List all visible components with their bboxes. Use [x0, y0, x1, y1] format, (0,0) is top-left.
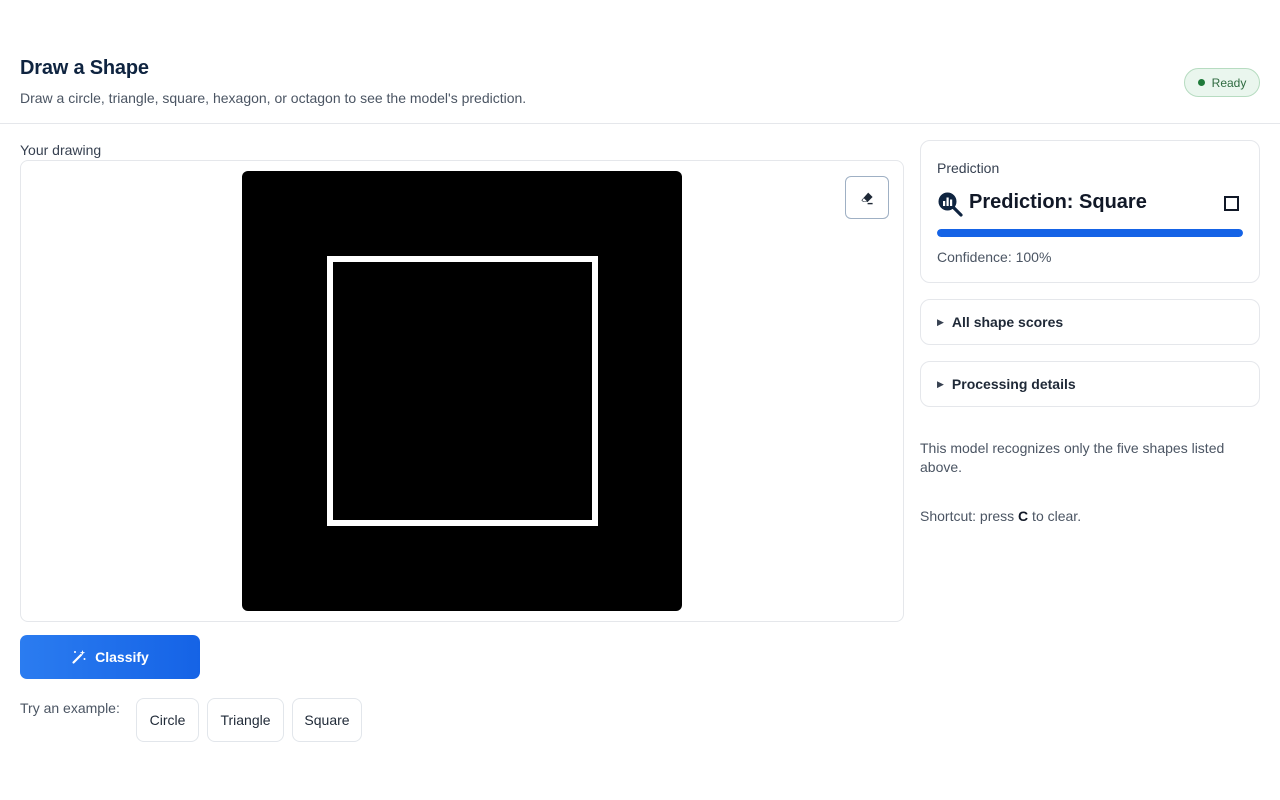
caret-right-icon: ▶ — [937, 316, 944, 327]
page-subtitle: Draw a circle, triangle, square, hexagon… — [20, 90, 527, 106]
classify-button[interactable]: Classify — [20, 635, 200, 679]
processing-details-toggle[interactable]: ▶ Processing details — [920, 361, 1260, 407]
canvas-card — [20, 160, 904, 622]
confidence-bar-fill — [937, 229, 1243, 237]
example-triangle-button[interactable]: Triangle — [207, 698, 284, 742]
shortcut-key: C — [1018, 508, 1029, 524]
all-shape-scores-label: All shape scores — [951, 314, 1064, 330]
status-text: Ready — [1211, 75, 1247, 90]
all-shape-scores-toggle[interactable]: ▶ All shape scores — [920, 299, 1260, 345]
classify-label: Classify — [95, 649, 149, 665]
prediction-card-label: Prediction — [937, 160, 1000, 176]
example-circle-button[interactable]: Circle — [136, 698, 199, 742]
confidence-bar — [937, 229, 1243, 237]
processing-details-label: Processing details — [951, 376, 1076, 392]
caret-right-icon: ▶ — [937, 378, 944, 389]
drawing-label: Your drawing — [20, 142, 102, 158]
clear-button[interactable] — [845, 176, 889, 219]
drawn-square-stroke — [327, 256, 598, 526]
shortcut-suffix: to clear. — [1028, 508, 1082, 524]
magic-wand-icon — [72, 650, 86, 664]
status-dot-icon — [1197, 79, 1205, 86]
search-chart-icon — [938, 192, 963, 217]
square-icon — [1224, 196, 1239, 211]
model-note: This model recognizes only the five shap… — [920, 440, 1225, 475]
status-badge: Ready — [1184, 68, 1260, 97]
shortcut-hint: Shortcut: press C to clear. — [920, 508, 1081, 524]
drawing-canvas[interactable] — [242, 171, 682, 611]
shortcut-prefix: Shortcut: press — [920, 508, 1019, 524]
confidence-text: Confidence: 100% — [937, 249, 1052, 265]
example-square-button[interactable]: Square — [292, 698, 362, 742]
prediction-card: Prediction Prediction: Square Confidence… — [920, 140, 1260, 283]
prediction-text: Prediction: Square — [969, 191, 1147, 213]
eraser-icon — [861, 192, 873, 204]
examples-label: Try an example: — [20, 700, 120, 716]
page-header: Draw a Shape Draw a circle, triangle, sq… — [0, 0, 1280, 124]
page-title: Draw a Shape — [20, 57, 149, 79]
